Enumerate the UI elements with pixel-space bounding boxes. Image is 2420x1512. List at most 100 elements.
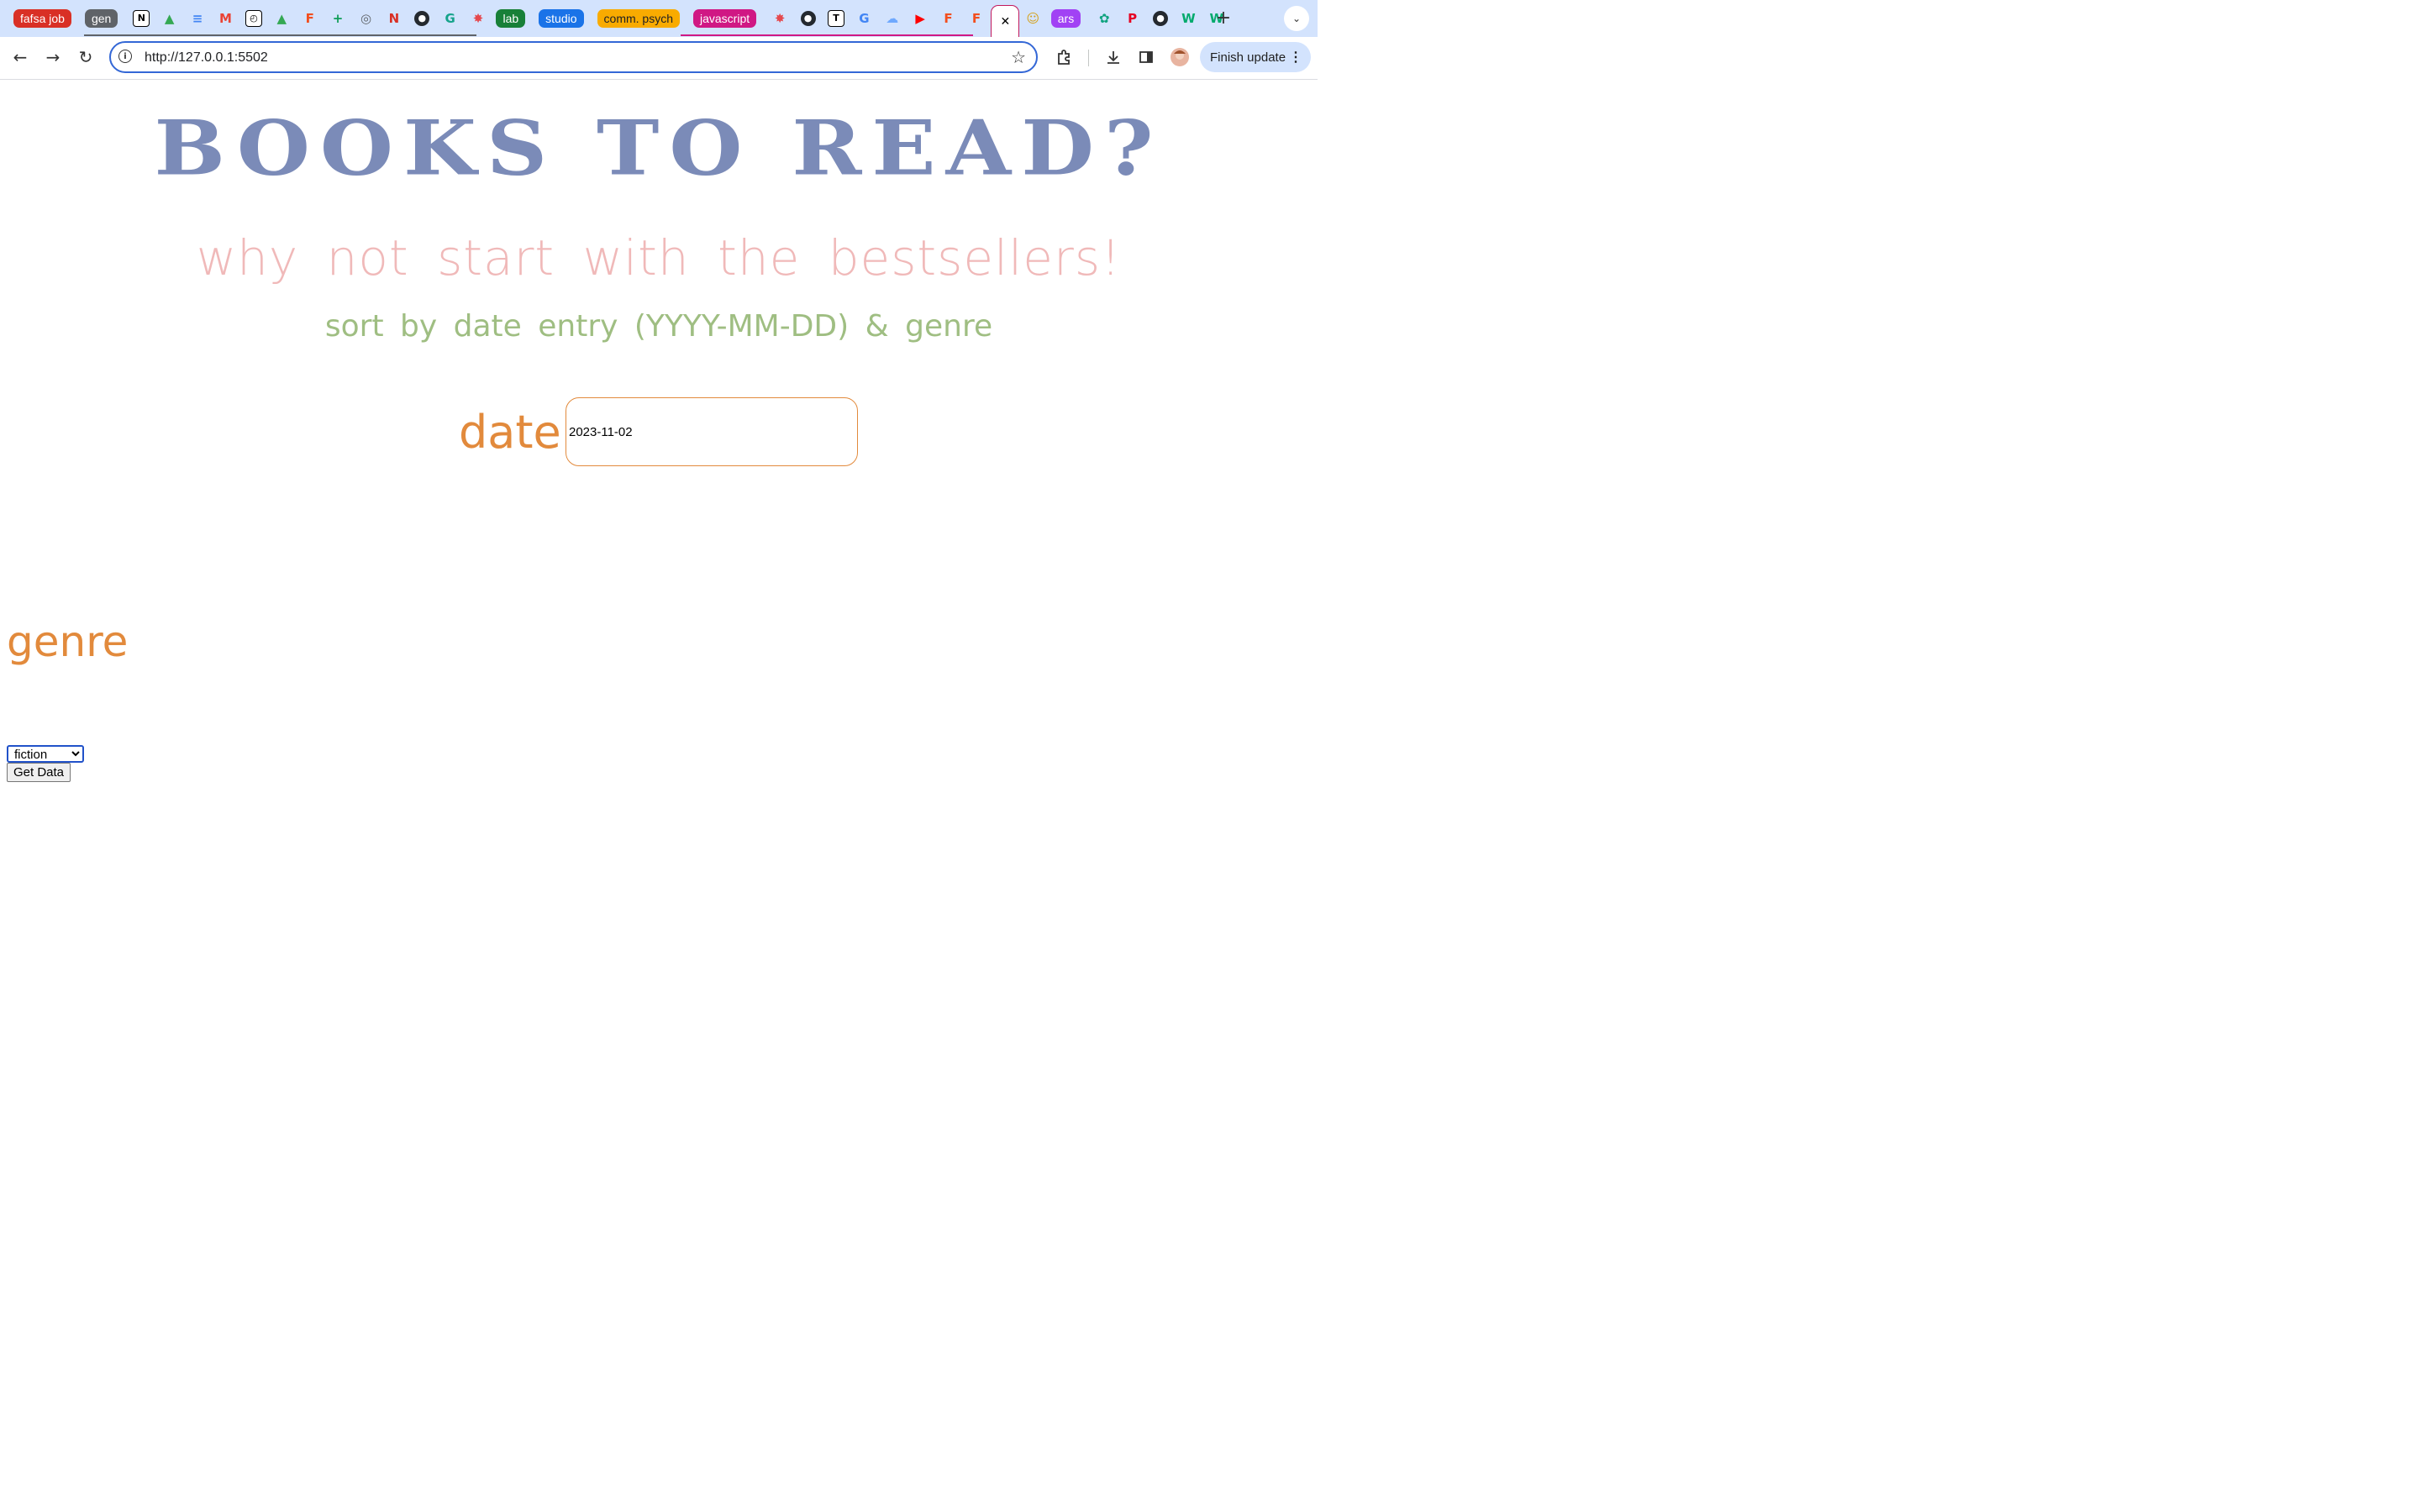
tab-wheel[interactable]: ✸ — [770, 5, 790, 31]
tab-nytimes[interactable]: T — [826, 5, 846, 31]
sort-instruction: sort by date entry (YYYY-MM-DD) & genre — [324, 309, 993, 344]
toolbar-divider — [1088, 50, 1089, 66]
tab-wheel[interactable]: ✸ — [468, 5, 488, 31]
github-icon: ● — [414, 10, 430, 26]
nytimes-icon: T — [827, 9, 844, 27]
character-icon: ☺ — [1026, 10, 1040, 26]
wheel-icon: ✸ — [472, 10, 484, 26]
tab-timer[interactable]: ◴ — [244, 5, 264, 31]
wheel-icon: ✸ — [774, 10, 786, 26]
cloud-icon: ☁ — [886, 10, 899, 26]
notion-icon: N — [133, 9, 150, 27]
url-text[interactable]: http://127.0.0.1:5502 — [145, 50, 268, 66]
genre-label: genre — [7, 617, 129, 666]
tab-group-label: javascript — [693, 8, 757, 28]
downloads-icon[interactable] — [1102, 45, 1125, 69]
tab-google-drive[interactable]: ▲ — [160, 5, 180, 31]
google-sheets-icon: + — [332, 10, 344, 26]
date-label: date — [459, 406, 561, 459]
google-icon: G — [859, 10, 870, 26]
page-title: BOOKS TO READ? — [154, 103, 1164, 193]
n-app-icon: N — [388, 10, 400, 26]
page-subtitle: why not start with the bestsellers! — [196, 229, 1122, 286]
date-input[interactable] — [566, 397, 858, 466]
tab-group-label: ars — [1050, 8, 1081, 28]
timer-icon: ◴ — [245, 9, 262, 27]
tab-github[interactable]: ● — [412, 5, 432, 31]
javascript-group-underline — [681, 34, 973, 36]
site-info-icon[interactable]: i — [118, 50, 132, 63]
github-icon: ● — [800, 10, 816, 26]
get-data-button[interactable]: Get Data — [7, 763, 71, 782]
tab-figma[interactable]: F — [966, 5, 986, 31]
tab-openai[interactable]: ✿ — [1094, 5, 1114, 31]
tab-google-drive[interactable]: ▲ — [271, 5, 292, 31]
extensions-icon[interactable] — [1053, 45, 1076, 69]
tab-github[interactable]: ● — [1150, 5, 1171, 31]
new-tab-button[interactable]: + — [1213, 8, 1234, 29]
gen-group-underline — [84, 34, 476, 36]
tab-cloud[interactable]: ☁ — [882, 5, 902, 31]
openai-icon: ✿ — [1098, 10, 1110, 26]
more-options-icon[interactable]: ⋮ — [1289, 49, 1302, 66]
finish-update-button[interactable]: Finish update ⋮ — [1200, 42, 1311, 72]
tab-group-fafsa-job[interactable]: fafsa job — [13, 5, 71, 31]
tab-group-lab[interactable]: lab — [496, 5, 526, 31]
tab-youtube[interactable]: ▶ — [910, 5, 930, 31]
google-drive-icon: ▲ — [164, 10, 175, 26]
tab-group-label: gen — [84, 8, 118, 28]
tab-github[interactable]: ● — [798, 5, 818, 31]
tab-figma[interactable]: F — [939, 5, 959, 31]
tab-figma[interactable]: F — [300, 5, 320, 31]
close-icon[interactable]: ✕ — [1000, 15, 1010, 29]
arrow-right-icon: → — [45, 47, 60, 67]
address-bar[interactable]: i http://127.0.0.1:5502 ☆ — [109, 41, 1038, 73]
back-button[interactable]: ← — [8, 45, 33, 70]
active-tab[interactable]: ✕ — [991, 5, 1020, 37]
github-icon: ● — [1153, 10, 1168, 26]
gmail-icon: M — [219, 10, 232, 26]
tab-w3schools[interactable]: W — [1178, 5, 1198, 31]
tab-group-studio[interactable]: studio — [539, 5, 584, 31]
pinterest-icon: P — [1128, 10, 1138, 26]
tab-n-app[interactable]: N — [384, 5, 404, 31]
youtube-icon: ▶ — [915, 10, 925, 26]
profile-avatar[interactable] — [1168, 45, 1192, 69]
browser-toolbar: ← → ↻ i http://127.0.0.1:5502 ☆ Finish u… — [0, 37, 1318, 80]
tab-gmail[interactable]: M — [215, 5, 235, 31]
tab-google-docs[interactable]: ≡ — [187, 5, 208, 31]
grammarly-icon: G — [445, 10, 455, 26]
google-docs-icon: ≡ — [192, 10, 203, 26]
tab-globe[interactable]: ◎ — [355, 5, 376, 31]
tab-notion[interactable]: N — [131, 5, 151, 31]
tab-search-button[interactable]: ⌄ — [1284, 6, 1309, 31]
genre-select[interactable]: fiction — [7, 745, 84, 763]
forward-button[interactable]: → — [40, 45, 66, 70]
tab-google-sheets[interactable]: + — [328, 5, 348, 31]
side-panel-icon[interactable] — [1134, 45, 1158, 69]
tab-pinterest[interactable]: P — [1123, 5, 1143, 31]
arrow-left-icon: ← — [13, 47, 28, 67]
finish-update-label: Finish update — [1210, 50, 1286, 65]
tab-google[interactable]: G — [854, 5, 874, 31]
google-drive-icon: ▲ — [276, 10, 287, 26]
tab-group-label: lab — [496, 8, 526, 28]
tab-character[interactable]: ☺ — [1023, 5, 1043, 31]
globe-icon: ◎ — [360, 10, 372, 26]
tab-group-gen[interactable]: gen — [84, 5, 118, 31]
reload-icon: ↻ — [78, 47, 93, 67]
w3schools-icon: W — [1181, 10, 1196, 26]
figma-icon: F — [944, 10, 953, 26]
tab-group-javascript[interactable]: javascript — [693, 5, 757, 31]
tab-group-label: fafsa job — [13, 8, 71, 28]
tab-group-label: studio — [539, 8, 584, 28]
tab-group-ars[interactable]: ars — [1050, 5, 1081, 31]
bookmark-star-icon[interactable]: ☆ — [1011, 47, 1026, 67]
figma-icon: F — [971, 10, 981, 26]
page-content: BOOKS TO READ? why not start with the be… — [0, 80, 1318, 823]
tab-group-comm-psych[interactable]: comm. psych — [597, 5, 680, 31]
reload-button[interactable]: ↻ — [73, 45, 98, 70]
tab-group-label: comm. psych — [597, 8, 680, 28]
tab-grammarly[interactable]: G — [440, 5, 460, 31]
figma-icon: F — [305, 10, 314, 26]
